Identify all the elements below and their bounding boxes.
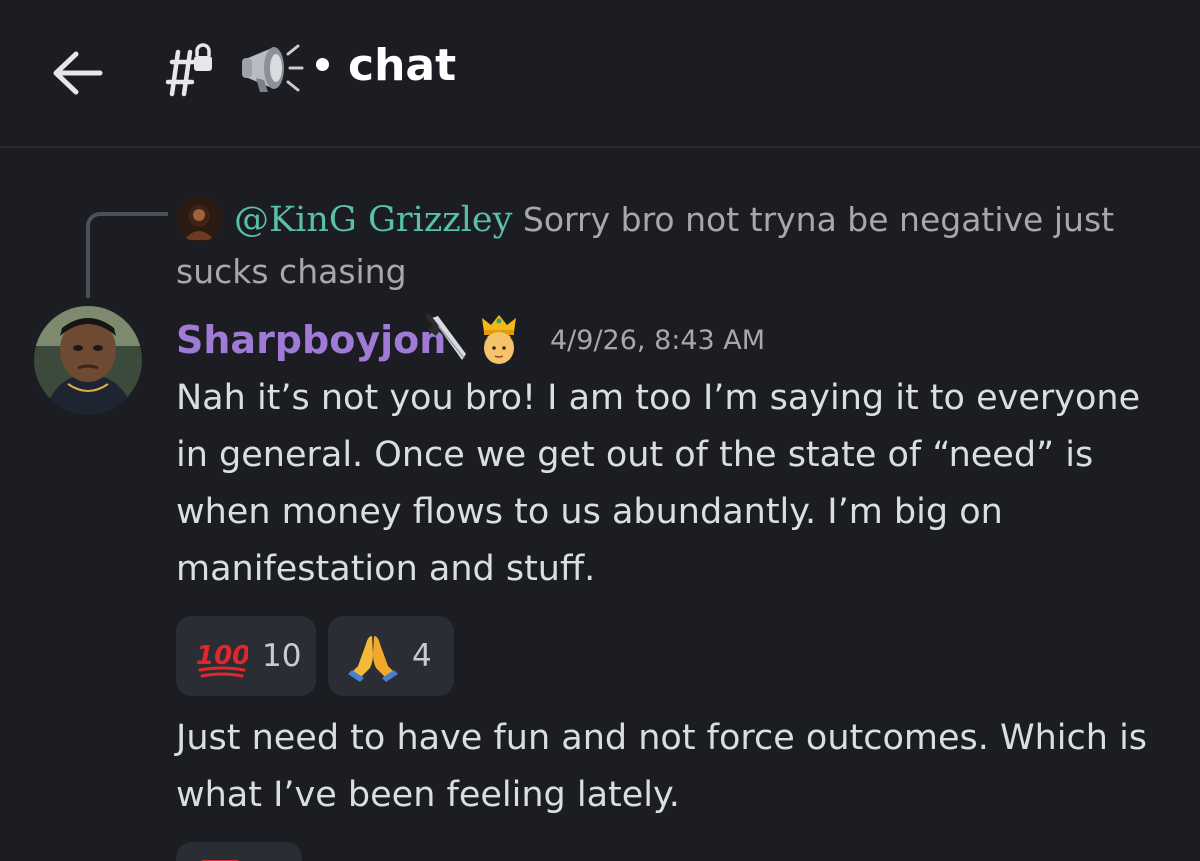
channel-header: chat: [0, 0, 1200, 148]
back-arrow-icon[interactable]: [48, 44, 106, 102]
replied-message-preview[interactable]: @KinG Grizzley Sorry bro not tryna be ne…: [176, 194, 1136, 298]
crowned-person-icon: [482, 315, 516, 364]
reaction-partial[interactable]: [176, 842, 302, 861]
message-text: Nah it’s not you bro! I am too I’m sayin…: [176, 378, 1141, 589]
avatar[interactable]: [34, 306, 142, 414]
message-timestamp: 4/9/26, 8:43 AM: [550, 325, 766, 356]
locked-channel-hash-icon: [165, 43, 212, 97]
channel-name: chat: [348, 40, 457, 91]
reaction-count: 10: [262, 638, 302, 674]
reaction-count: 4: [412, 638, 432, 674]
reply-connector-line: [86, 212, 168, 298]
megaphone-icon: [242, 44, 304, 92]
separator-dot: [316, 58, 329, 71]
reaction-folded-hands[interactable]: 4: [328, 616, 454, 696]
discord-chat-screen: chat @KinG Grizzley Sorry bro not tryna …: [0, 0, 1200, 861]
reaction-hundred[interactable]: 100 10: [176, 616, 316, 696]
folded-hands-icon: [348, 636, 398, 682]
reply-author[interactable]: @KinG Grizzley: [234, 200, 512, 240]
message-text: Just need to have fun and not force outc…: [176, 718, 1148, 815]
knife-icon: [426, 314, 466, 360]
hundred-points-icon: 100: [196, 641, 248, 678]
username[interactable]: Sharpboyjon: [176, 312, 446, 368]
